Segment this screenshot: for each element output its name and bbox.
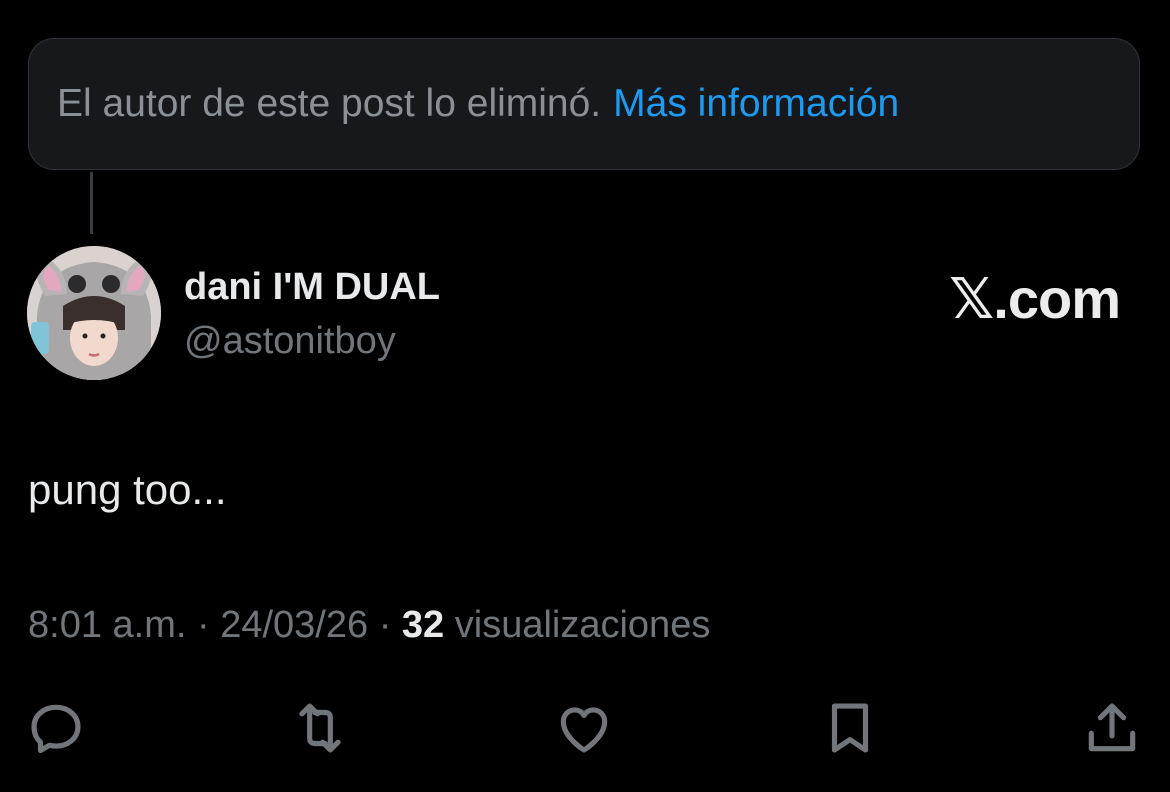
like-button[interactable] [552,696,616,760]
author-handle[interactable]: @astonitboy [184,320,396,363]
avatar[interactable] [27,246,161,380]
reply-button[interactable] [24,696,88,760]
x-com-logo: 𝕏.com [949,267,1121,330]
share-button[interactable] [1080,696,1144,760]
more-info-link[interactable]: Más información [613,82,899,126]
author-name[interactable]: dani I'M DUAL [184,266,440,309]
post-time[interactable]: 8:01 a.m. [28,604,186,646]
like-icon [560,707,608,753]
share-icon [1088,703,1136,752]
deleted-notice-text: El autor de este post lo eliminó. [57,82,602,125]
thread-connector-line [90,172,93,234]
deleted-post-notice: El autor de este post lo eliminó. Más in… [28,38,1140,170]
views-label: visualizaciones [454,604,711,646]
repost-icon [299,703,341,753]
views-count: 32 [401,604,445,646]
bookmark-icon [831,703,869,753]
meta-separator: · [196,604,210,646]
post-text: pung too... [28,466,227,513]
repost-button[interactable] [288,696,352,760]
post-meta: 8:01 a.m. · 24/03/26 · 32 visualizacione… [28,604,710,647]
bookmark-button[interactable] [818,696,882,760]
reply-icon [31,704,81,754]
meta-separator: · [378,604,392,646]
post-date[interactable]: 24/03/26 [220,604,368,646]
